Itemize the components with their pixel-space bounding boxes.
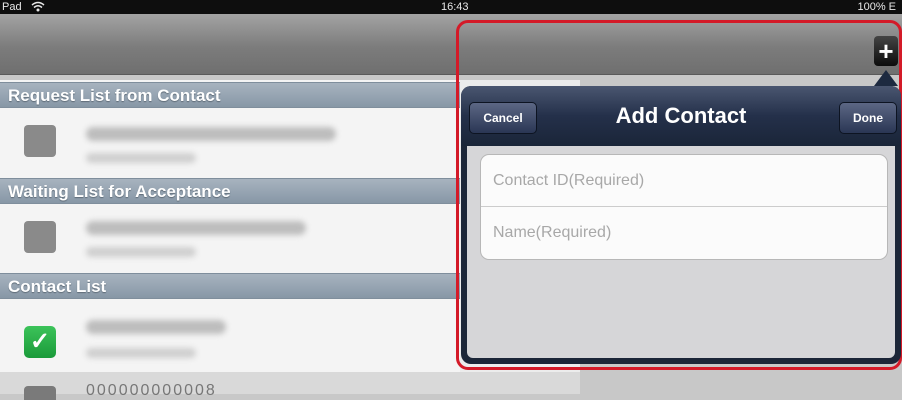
avatar [24,221,56,253]
clock: 16:43 [441,1,469,13]
name-field[interactable]: Name(Required) [481,207,887,259]
avatar [24,125,56,157]
add-contact-popover: Cancel Add Contact Done Contact ID(Requi… [461,86,901,364]
popover-arrow [874,70,898,86]
redacted-text [86,320,226,334]
redacted-text [86,348,196,358]
carrier-label: Pad [2,1,22,13]
list-item[interactable] [0,205,460,277]
checkmark-icon[interactable]: ✓ [24,326,56,358]
wifi-icon [31,1,45,15]
redacted-text [86,153,196,163]
contact-id-text: 000000000008 [86,382,217,399]
redacted-text [86,127,336,141]
form-group: Contact ID(Required) Name(Required) [480,154,888,260]
popover-header: Cancel Add Contact Done [461,86,901,146]
redacted-text [86,221,306,235]
section-header-request: Request List from Contact [0,82,460,108]
contact-id-field[interactable]: Contact ID(Required) [481,155,887,207]
section-header-contacts: Contact List [0,273,460,299]
done-button[interactable]: Done [839,102,897,134]
popover-body: Contact ID(Required) Name(Required) [467,146,895,358]
popover-title: Add Contact [615,103,747,128]
list-item[interactable] [0,109,460,179]
contact-list-table: Request List from Contact Waiting List f… [0,80,460,394]
list-item[interactable]: 000000000008 [0,372,580,400]
redacted-text [86,247,196,257]
avatar [24,386,56,400]
battery-indicator: 100% E [857,1,896,13]
status-bar: Pad 16:43 100% E [0,0,902,14]
section-header-waiting: Waiting List for Acceptance [0,178,460,204]
list-item[interactable]: ✓ [0,300,460,372]
